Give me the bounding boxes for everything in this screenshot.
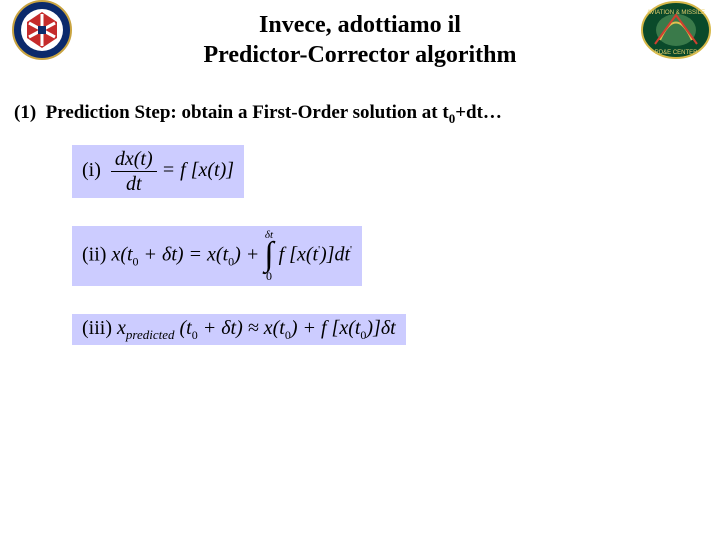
eq2-f: )]dt (320, 243, 350, 265)
step-heading: (1) Prediction Step: obtain a First-Orde… (14, 102, 720, 127)
eq3-g: t (390, 317, 396, 339)
eq3-d: t) ≈ x(t (231, 317, 285, 339)
eq2-d: ) + (234, 243, 264, 265)
eq2-b: + (139, 243, 163, 265)
logo-right-amrdec: AVIATION & MISSILE RD&E CENTER (640, 0, 712, 60)
eq2-c: t) = x(t (171, 243, 228, 265)
svg-text:RD&E CENTER: RD&E CENTER (654, 50, 698, 56)
eq3-b: (t (175, 317, 192, 339)
svg-text:AVIATION & MISSILE: AVIATION & MISSILE (647, 10, 705, 16)
eq1-fraction: dx(t) dt (111, 149, 157, 194)
title-line-1: Invece, adottiamo il (259, 12, 461, 38)
eq2-a: x(t (106, 243, 132, 265)
eq3-predicted: predicted (126, 327, 175, 342)
equation-2: (ii) x(t0 + δt) = x(t0) + δt∫0 f [x(t')]… (72, 226, 362, 286)
equations-container: (i) dx(t) dt = f [x(t)] (ii) x(t0 + δt) … (72, 145, 720, 373)
step-text-a: Prediction Step: obtain a First-Order so… (46, 102, 449, 123)
step-delta: d (466, 102, 477, 123)
eq1-label: (i) (82, 159, 101, 181)
slide-title: Invece, adottiamo il Predictor-Corrector… (85, 0, 635, 70)
equation-1: (i) dx(t) dt = f [x(t)] (72, 145, 244, 198)
eq3-c: + (198, 317, 222, 339)
eq3-f: )] (366, 317, 380, 339)
eq2-label: (ii) (82, 243, 106, 265)
eq1-numerator: dx(t) (111, 149, 157, 172)
logo-left-shield (12, 0, 72, 60)
eq3-e: ) + f [x(t (291, 317, 361, 339)
eq2-int-symbol: ∫ (264, 241, 273, 270)
eq1-denominator: dt (111, 172, 157, 194)
equation-3: (iii) xpredicted (t0 + δt) ≈ x(t0) + f [… (72, 314, 406, 345)
step-text-b: + (455, 102, 466, 123)
eq1-rhs: = f [x(t)] (157, 159, 234, 181)
eq3-delta1: δ (221, 317, 230, 339)
title-line-2: Predictor-Corrector algorithm (204, 42, 517, 68)
eq2-prime2: ' (350, 244, 352, 256)
eq2-delta1: δ (162, 243, 171, 265)
eq2-e: f [x(t (274, 243, 318, 265)
eq3-label: (iii) (82, 317, 112, 339)
eq3-a: x (112, 317, 126, 339)
eq3-delta2: δ (381, 317, 390, 339)
eq2-integral: δt∫0 (264, 230, 273, 282)
step-text-c: t… (477, 102, 502, 123)
step-number: (1) (14, 102, 36, 123)
